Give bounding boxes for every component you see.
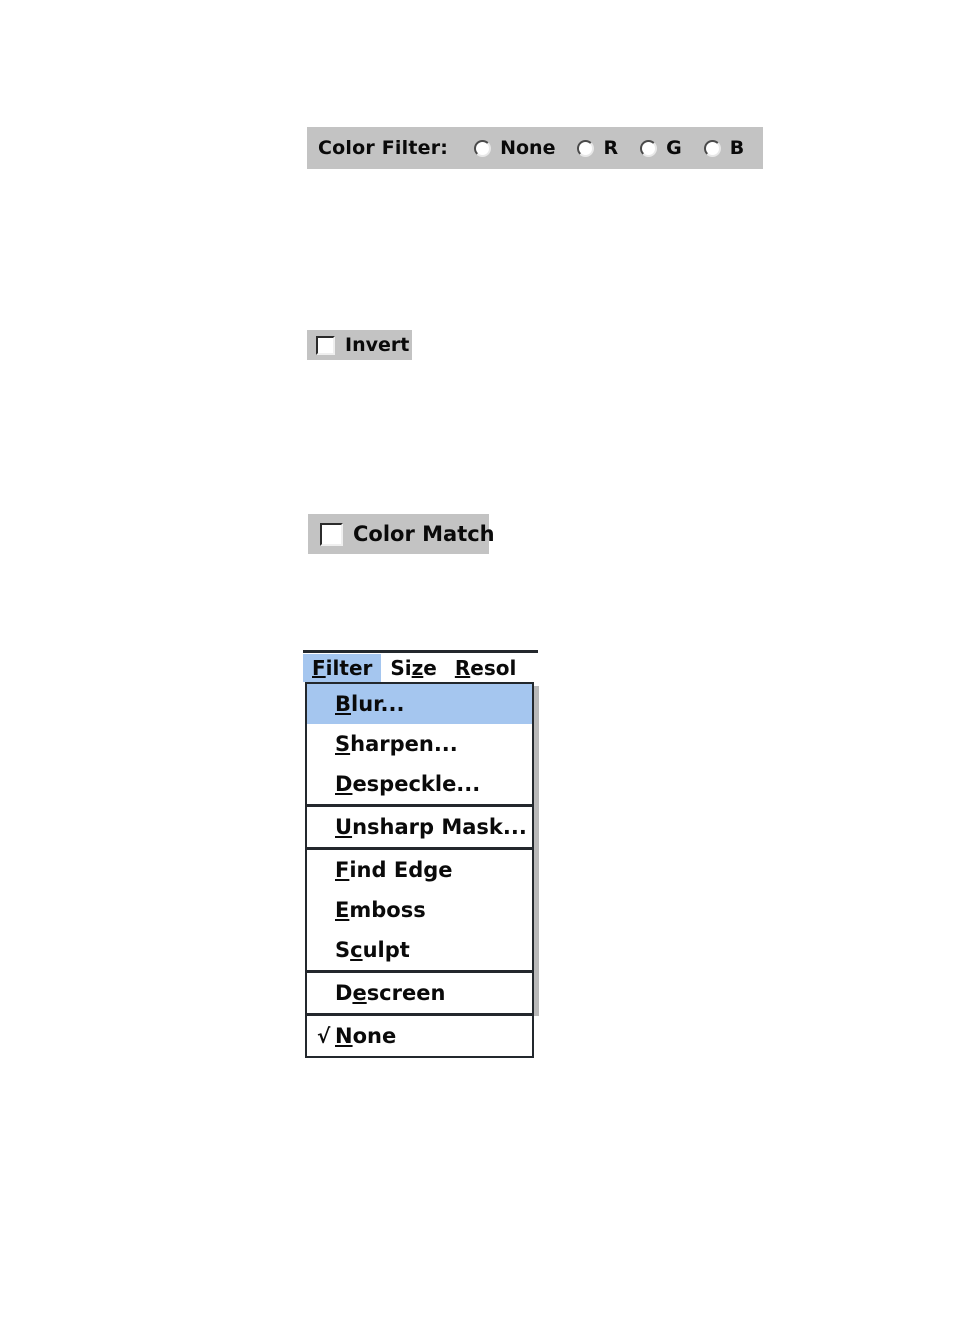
radio-label: B — [729, 137, 745, 159]
menu-item-none[interactable]: √ None — [307, 1016, 532, 1056]
color-filter-group: Color Filter: None R G B — [307, 127, 763, 169]
menu-item-label: Emboss — [335, 897, 426, 922]
invert-checkbox[interactable]: Invert — [307, 330, 412, 360]
menu-group: Descreen — [307, 970, 532, 1013]
menubar-item-size[interactable]: Size — [381, 654, 445, 682]
menu-item-emboss[interactable]: Emboss — [307, 890, 532, 930]
checkbox-box-icon[interactable] — [316, 335, 335, 355]
menu-item-label: Despeckle... — [335, 771, 481, 796]
radio-circle-icon[interactable] — [640, 139, 658, 157]
radio-circle-icon[interactable] — [474, 139, 492, 157]
menu-item-descreen[interactable]: Descreen — [307, 973, 532, 1013]
menubar-item-resol[interactable]: Resol — [446, 654, 525, 682]
page-canvas: Color Filter: None R G B Invert Color Match… — [0, 0, 954, 1336]
menu-group: √ None — [307, 1013, 532, 1056]
radio-label: R — [603, 137, 619, 159]
menubar-item-filter[interactable]: Filter — [303, 654, 382, 682]
dropdown-shadow — [534, 686, 539, 1016]
radio-circle-icon[interactable] — [577, 139, 595, 157]
menu-item-label: None — [335, 1023, 397, 1048]
filter-dropdown-menu: Blur... Sharpen... Despeckle... Unsharp Mas… — [305, 682, 534, 1058]
menu-item-find-edge[interactable]: Find Edge — [307, 850, 532, 890]
menu-item-blur[interactable]: Blur... — [307, 684, 532, 724]
menu-item-sharpen[interactable]: Sharpen... — [307, 724, 532, 764]
menu-group: Unsharp Mask... — [307, 804, 532, 847]
invert-label: Invert — [345, 334, 410, 356]
menu-item-label: Sharpen... — [335, 731, 458, 756]
filter-menu-widget: Filter Size Resol Blur... Sharpen... Despeck… — [303, 650, 539, 1058]
menu-item-sculpt[interactable]: Sculpt — [307, 930, 532, 970]
color-match-label: Color Match — [353, 522, 495, 546]
menu-item-label: Blur... — [335, 691, 405, 716]
menu-item-unsharp-mask[interactable]: Unsharp Mask... — [307, 807, 532, 847]
color-filter-radio-none[interactable]: None — [474, 137, 555, 159]
menu-item-label: Find Edge — [335, 857, 453, 882]
radio-circle-icon[interactable] — [703, 139, 721, 157]
radio-label: None — [500, 137, 556, 159]
color-filter-label: Color Filter: — [318, 137, 449, 159]
menu-group: Blur... Sharpen... Despeckle... — [307, 684, 532, 804]
color-filter-radio-r[interactable]: R — [577, 137, 618, 159]
menu-group: Find Edge Emboss Sculpt — [307, 847, 532, 970]
checkmark-icon: √ — [317, 1024, 331, 1048]
menu-item-label: Descreen — [335, 980, 446, 1005]
checkbox-box-icon[interactable] — [320, 522, 343, 546]
menu-item-label: Unsharp Mask... — [335, 814, 527, 839]
color-match-checkbox[interactable]: Color Match — [308, 514, 495, 554]
menu-bar: Filter Size Resol — [303, 650, 538, 683]
color-filter-radio-b[interactable]: B — [703, 137, 745, 159]
color-filter-radio-g[interactable]: G — [640, 137, 682, 159]
radio-label: G — [666, 137, 682, 159]
menu-item-label: Sculpt — [335, 937, 410, 962]
color-filter-options: None R G B — [474, 137, 744, 159]
menu-item-despeckle[interactable]: Despeckle... — [307, 764, 532, 804]
